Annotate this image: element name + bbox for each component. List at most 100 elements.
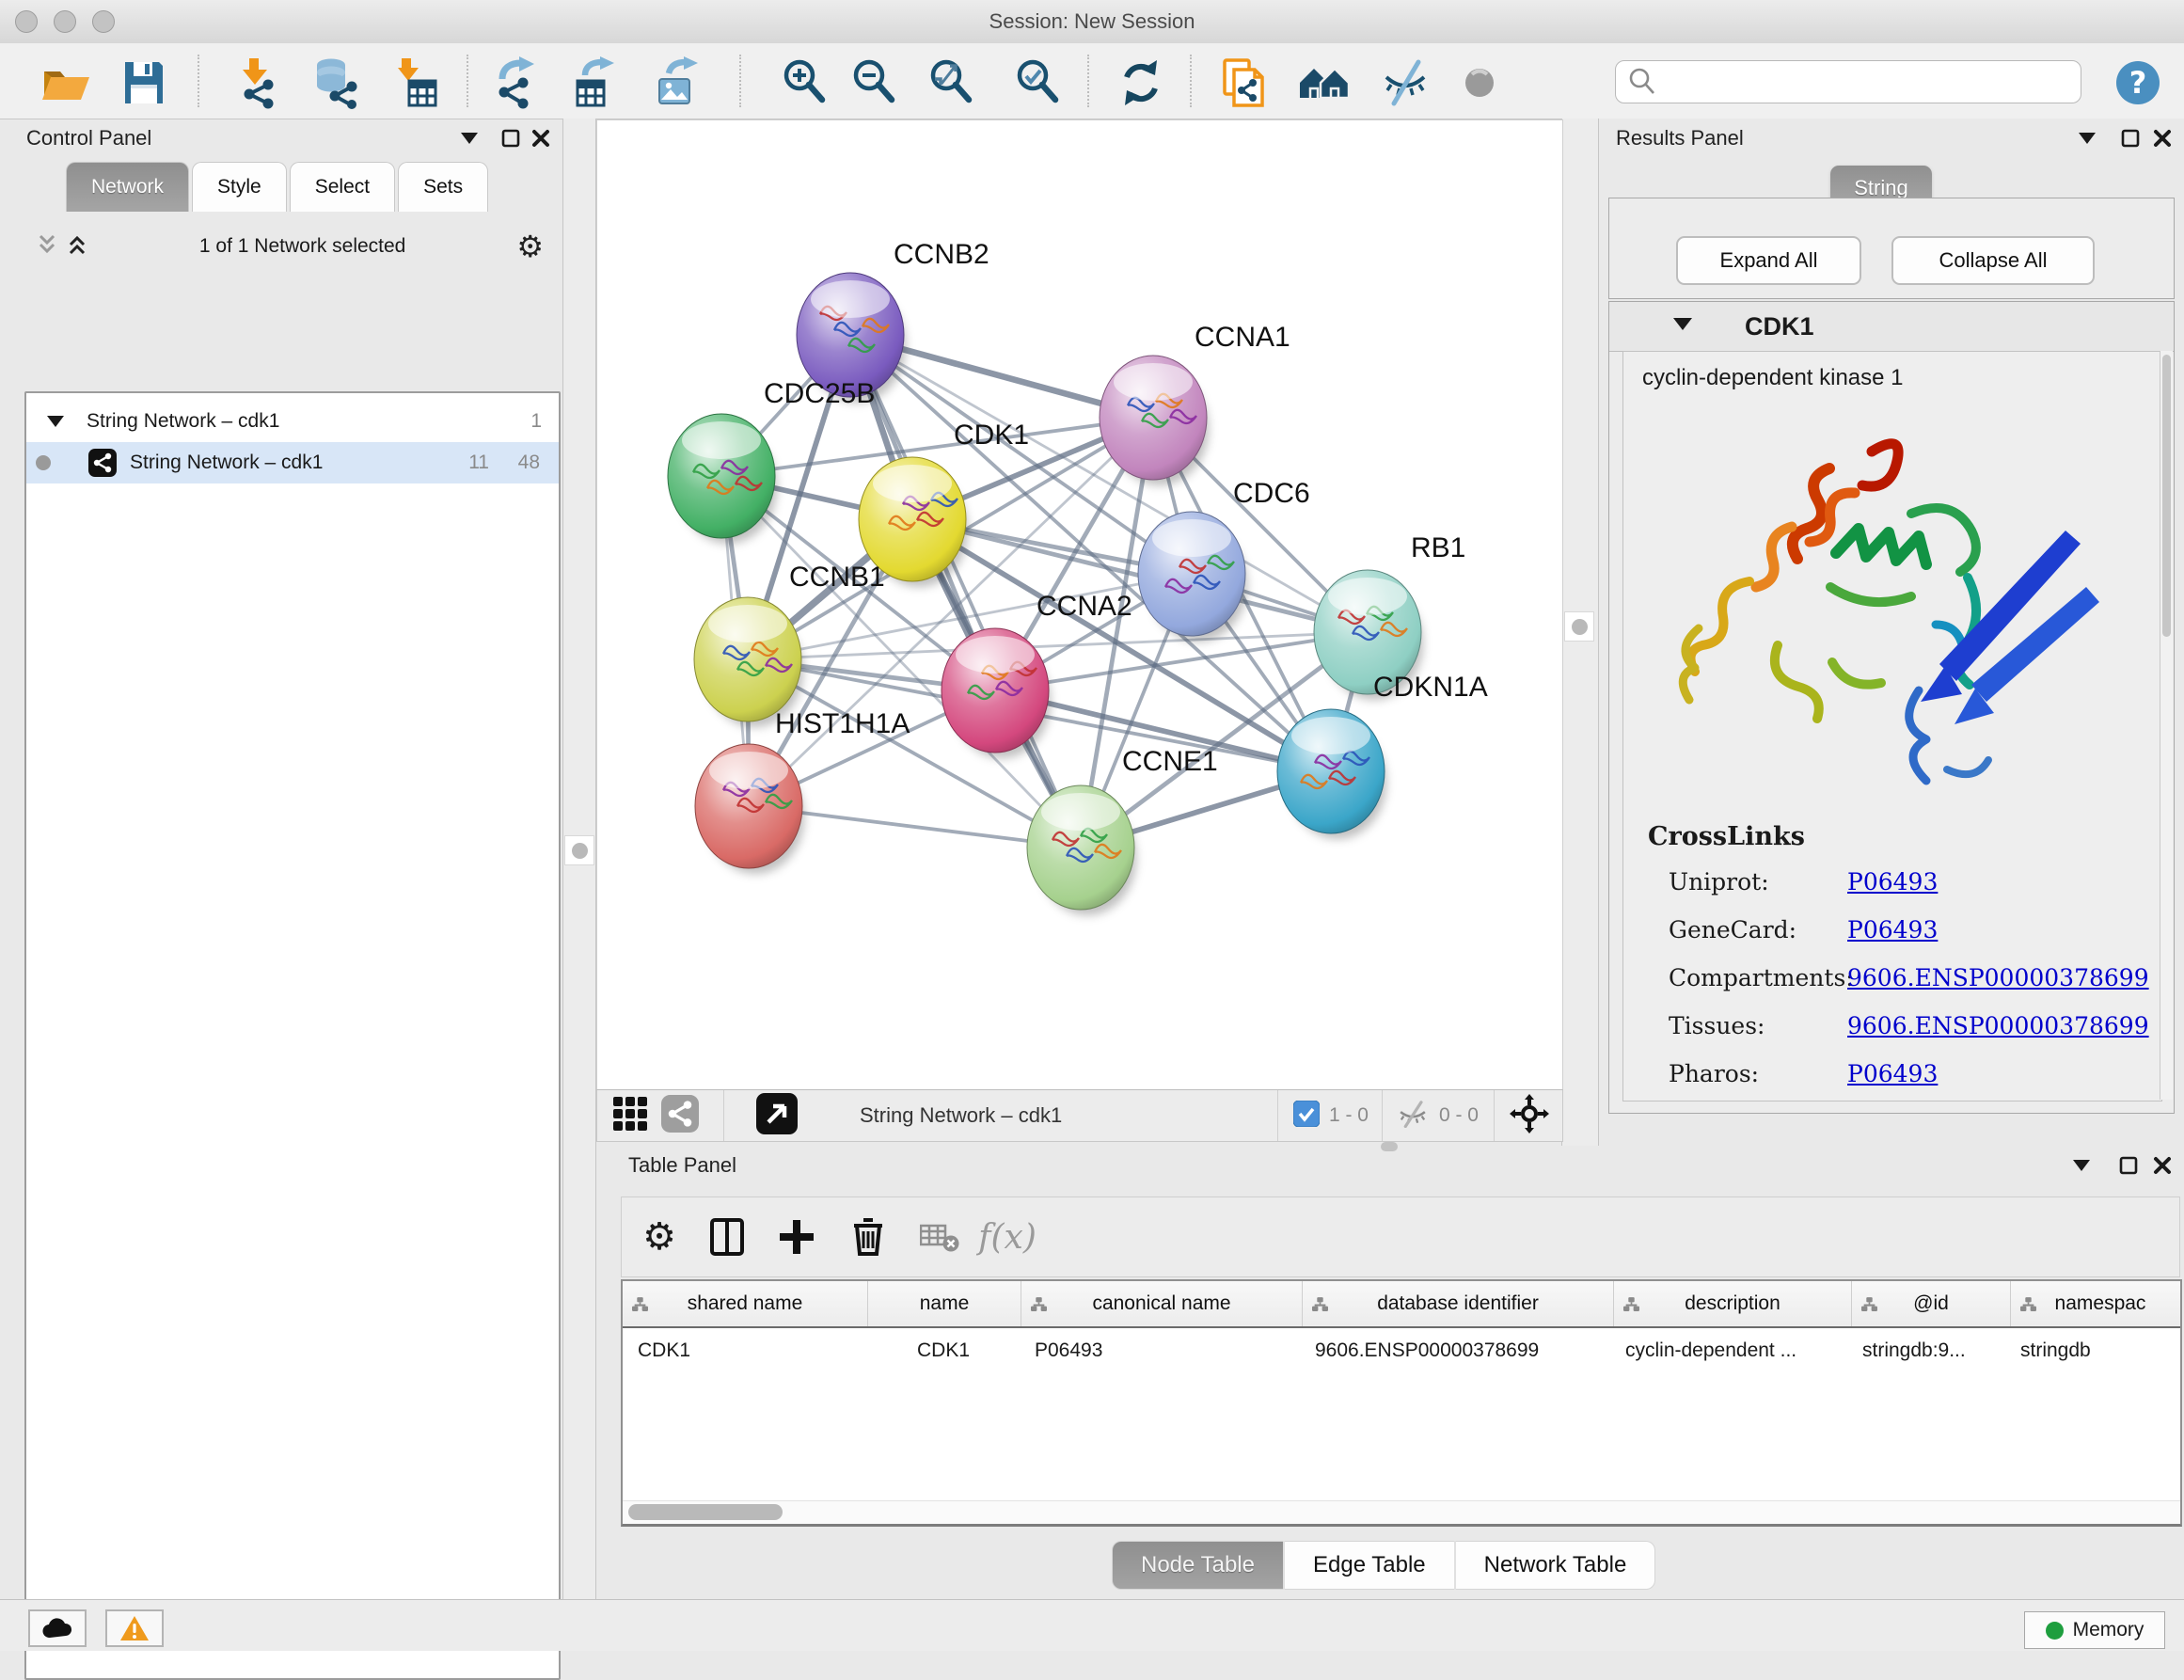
- selected-checkbox[interactable]: [1293, 1101, 1320, 1132]
- column-header-name[interactable]: name: [868, 1281, 1021, 1326]
- table-panel-float-button[interactable]: [2116, 1153, 2141, 1178]
- zoom-in-button[interactable]: [777, 55, 833, 111]
- table-cell[interactable]: CDK1: [623, 1339, 867, 1362]
- delete-table-button[interactable]: [910, 1197, 970, 1276]
- protein-section-header[interactable]: CDK1: [1609, 302, 2174, 352]
- network-collection-row[interactable]: String Network – cdk1 1: [26, 401, 559, 442]
- hidden-eye-slash-icon[interactable]: [1396, 1100, 1430, 1133]
- export-image-button[interactable]: [650, 55, 706, 111]
- expand-all-chevron-icon[interactable]: [66, 233, 88, 261]
- open-session-button[interactable]: [37, 55, 93, 111]
- table-row[interactable]: CDK1CDK1P064939606.ENSP00000378699cyclin…: [623, 1328, 2180, 1373]
- results-panel-menu-button[interactable]: [2075, 126, 2099, 151]
- birds-eye-view-button[interactable]: [612, 1096, 648, 1136]
- node-label-CCNE1: CCNE1: [1122, 746, 1218, 777]
- import-table-from-file-button[interactable]: [387, 55, 443, 111]
- show-columns-button[interactable]: [697, 1197, 757, 1276]
- crosslink-link[interactable]: P06493: [1847, 1060, 2137, 1087]
- clone-network-button[interactable]: [1215, 55, 1272, 111]
- zoom-fit-button[interactable]: [924, 55, 980, 111]
- control-panel-menu-button[interactable]: [457, 126, 482, 151]
- node-CCNA1[interactable]: CCNA1: [1100, 322, 1290, 485]
- collection-expand-triangle-icon[interactable]: [47, 410, 64, 433]
- memory-button[interactable]: Memory: [2024, 1611, 2165, 1649]
- zoom-selected-button[interactable]: [1010, 55, 1067, 111]
- string-view-toggle-button[interactable]: [661, 1095, 699, 1137]
- node-CDC6[interactable]: CDC6: [1138, 478, 1310, 642]
- right-splitter[interactable]: [1561, 119, 1599, 1146]
- delete-column-button[interactable]: [838, 1197, 898, 1276]
- show-all-button[interactable]: [1451, 55, 1508, 111]
- collapse-all-chevron-icon[interactable]: [36, 233, 58, 261]
- tab-edge-table[interactable]: Edge Table: [1285, 1541, 1454, 1590]
- function-builder-button[interactable]: f(x): [977, 1197, 1037, 1276]
- export-network-button[interactable]: [489, 55, 546, 111]
- table-header-row: shared namenamecanonical namedatabase id…: [623, 1281, 2180, 1328]
- warnings-button[interactable]: [105, 1609, 164, 1647]
- column-header-canonical-name[interactable]: canonical name: [1021, 1281, 1303, 1326]
- node-label-CDC6: CDC6: [1233, 478, 1310, 509]
- crosslinks-section: CrossLinks Uniprot:P06493GeneCard:P06493…: [1648, 822, 2137, 1108]
- import-network-from-file-button[interactable]: [227, 55, 283, 111]
- right-splitter-handle[interactable]: [1564, 611, 1594, 642]
- section-collapse-triangle-icon[interactable]: [1673, 318, 1692, 335]
- help-button[interactable]: ?: [2110, 55, 2166, 111]
- tab-network[interactable]: Network: [66, 162, 189, 212]
- table-cell[interactable]: CDK1: [867, 1339, 1020, 1362]
- crosslink-link[interactable]: 9606.ENSP00000378699: [1847, 964, 2149, 991]
- import-network-icon: [229, 56, 281, 109]
- table-panel-menu-button[interactable]: [2069, 1153, 2094, 1178]
- results-panel-close-button[interactable]: [2150, 126, 2175, 151]
- node-CDKN1A[interactable]: CDKN1A: [1277, 672, 1488, 839]
- tab-network-table[interactable]: Network Table: [1456, 1541, 1656, 1590]
- column-header--id[interactable]: @id: [1852, 1281, 2011, 1326]
- zoom-out-button[interactable]: [847, 55, 903, 111]
- column-header-shared-name[interactable]: shared name: [623, 1281, 868, 1326]
- search-input[interactable]: [1661, 64, 2081, 100]
- table-cell[interactable]: 9606.ENSP00000378699: [1300, 1339, 1610, 1362]
- control-panel-close-button[interactable]: [529, 126, 553, 151]
- table-cell[interactable]: cyclin-dependent ...: [1610, 1339, 1847, 1362]
- crosslink-link[interactable]: 9606.ENSP00000378699: [1847, 1012, 2149, 1039]
- expand-all-button[interactable]: Expand All: [1676, 236, 1861, 285]
- toolbar-separator: [1190, 55, 1192, 107]
- network-edge-count: 48: [518, 452, 540, 474]
- tab-style[interactable]: Style: [192, 162, 287, 212]
- column-header-description[interactable]: description: [1614, 1281, 1852, 1326]
- export-table-button[interactable]: [568, 55, 625, 111]
- left-splitter[interactable]: [562, 119, 596, 1599]
- refresh-view-button[interactable]: [1113, 55, 1169, 111]
- clone-network-icon: [1217, 56, 1270, 109]
- first-neighbors-button[interactable]: [1296, 55, 1353, 111]
- table-cell[interactable]: P06493: [1020, 1339, 1300, 1362]
- network-canvas[interactable]: CCNB2CCNA1CDC25BCDK1CDC6RB1CCNB1CCNA2CDK…: [596, 119, 1563, 1091]
- table-horizontal-scrollbar[interactable]: [623, 1500, 2180, 1524]
- node-HIST1H1A[interactable]: HIST1H1A: [695, 708, 910, 874]
- table-cell[interactable]: stringdb:9...: [1847, 1339, 2005, 1362]
- network-row[interactable]: String Network – cdk1 11 48: [26, 442, 559, 483]
- tab-node-table[interactable]: Node Table: [1112, 1541, 1283, 1590]
- collapse-all-button[interactable]: Collapse All: [1891, 236, 2095, 285]
- crosslink-link[interactable]: P06493: [1847, 916, 2137, 943]
- tree-options-gear-icon[interactable]: ⚙: [516, 231, 544, 262]
- import-network-from-database-button[interactable]: [307, 55, 363, 111]
- tab-sets[interactable]: Sets: [398, 162, 488, 212]
- results-scrollbar[interactable]: [2160, 351, 2173, 1100]
- detach-view-button[interactable]: [756, 1093, 798, 1139]
- cloud-status-button[interactable]: [28, 1609, 87, 1647]
- table-panel-close-button[interactable]: [2150, 1153, 2175, 1178]
- hide-selected-button[interactable]: [1377, 55, 1433, 111]
- column-header-namespac[interactable]: namespac: [2011, 1281, 2182, 1326]
- save-session-button[interactable]: [116, 55, 172, 111]
- control-panel-float-button[interactable]: [499, 126, 523, 151]
- table-settings-gear-icon[interactable]: ⚙: [629, 1197, 689, 1276]
- column-header-database-identifier[interactable]: database identifier: [1303, 1281, 1614, 1326]
- results-panel-float-button[interactable]: [2118, 126, 2143, 151]
- table-cell[interactable]: stringdb: [2005, 1339, 2182, 1362]
- add-column-button[interactable]: [767, 1197, 827, 1276]
- left-splitter-handle[interactable]: [564, 835, 594, 865]
- crosslink-link[interactable]: P06493: [1847, 868, 2137, 895]
- node-position-reset-button[interactable]: [1510, 1094, 1549, 1138]
- tab-select[interactable]: Select: [290, 162, 395, 212]
- node-CCNE1[interactable]: CCNE1: [1027, 746, 1218, 915]
